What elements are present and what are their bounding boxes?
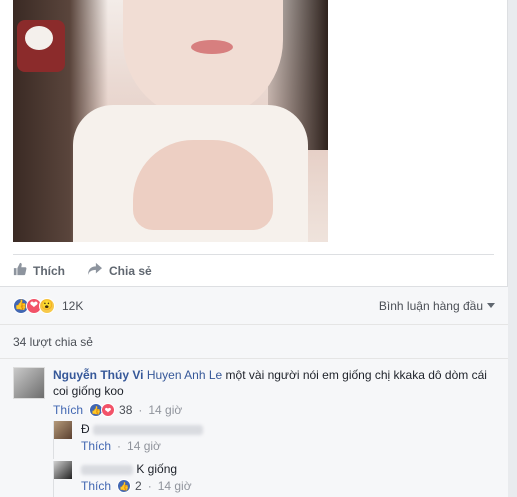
reply-text: Đ (81, 422, 90, 436)
comment-like-button[interactable]: Thích (53, 403, 83, 417)
post-actions: Thích Chia sẻ (13, 254, 494, 286)
caret-down-icon (487, 303, 495, 308)
comment-time[interactable]: 14 giờ (148, 403, 182, 417)
reactions-bar: 👍 ❤ 😮 12K Bình luận hàng đầu (0, 286, 508, 324)
comment-body: Nguyễn Thúy Vi Huyen Anh Le một vài ngườ… (53, 367, 493, 399)
reply-like-button[interactable]: Thích (81, 479, 111, 493)
reply-time[interactable]: 14 giờ (127, 439, 161, 453)
separator: · (117, 439, 122, 453)
reply-meta: Thích · 14 giờ (81, 439, 161, 453)
tagged-user[interactable]: Huyen Anh Le (147, 368, 222, 382)
reply-reaction-count[interactable]: 2 (135, 479, 142, 493)
share-label: Chia sẻ (109, 263, 152, 278)
avatar[interactable] (54, 461, 72, 479)
reply-body: K giống (81, 462, 177, 476)
comment-sort-dropdown[interactable]: Bình luận hàng đầu (379, 299, 495, 313)
comment-sort-label: Bình luận hàng đầu (378, 298, 483, 313)
reply-text: K giống (136, 462, 178, 476)
separator: · (138, 403, 143, 417)
comment-author[interactable]: Nguyễn Thúy Vi (53, 368, 143, 382)
comment-meta: Thích 👍 ❤ 38 · 14 giờ (53, 403, 182, 417)
like-reaction-icon: 👍 (117, 479, 132, 493)
comments-section: Nguyễn Thúy Vi Huyen Anh Le một vài ngườ… (0, 358, 508, 497)
separator: · (147, 479, 152, 493)
reply-like-button[interactable]: Thích (81, 439, 111, 453)
post-photo[interactable] (13, 0, 328, 242)
like-label: Thích (33, 263, 65, 278)
post-card: Thích Chia sẻ 👍 ❤ 😮 12K Bình luận hàng đ… (0, 0, 508, 497)
reply-body: Đ (81, 422, 204, 436)
reply-meta: Thích 👍 2 · 14 giờ (81, 479, 192, 493)
reply-time[interactable]: 14 giờ (158, 479, 192, 493)
avatar[interactable] (13, 367, 45, 399)
reply: K giống Thích 👍 2 · 14 giờ (53, 461, 493, 497)
love-reaction-icon: ❤ (101, 403, 116, 417)
share-count-label: 34 lượt chia sẻ (13, 335, 93, 349)
comment-reaction-count[interactable]: 38 (119, 403, 132, 417)
blurred-text (93, 424, 204, 435)
share-button[interactable]: Chia sẻ (87, 262, 152, 279)
wow-reaction-icon[interactable]: 😮 (39, 297, 55, 314)
like-button[interactable]: Thích (13, 262, 65, 279)
share-count[interactable]: 34 lượt chia sẻ (0, 324, 508, 358)
thumbs-up-icon (13, 262, 33, 279)
blurred-name (81, 464, 133, 475)
reaction-count[interactable]: 12K (62, 299, 83, 313)
share-arrow-icon (87, 262, 109, 279)
reply: Đ Thích · 14 giờ (53, 421, 493, 459)
avatar[interactable] (54, 421, 72, 439)
